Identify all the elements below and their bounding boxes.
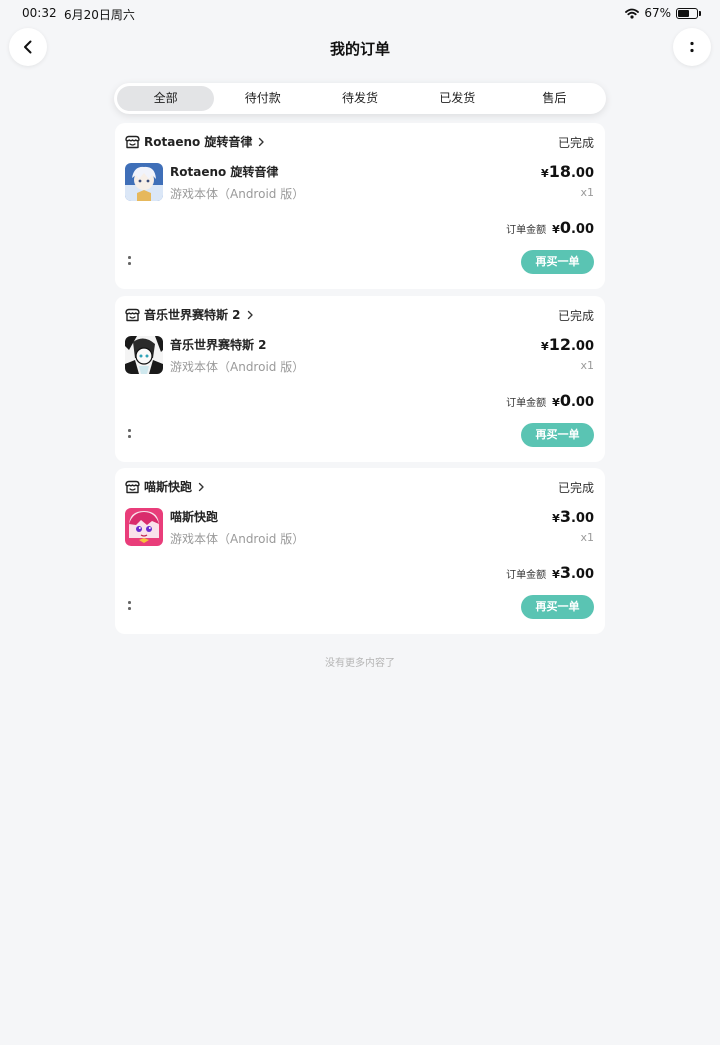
item-price: ¥12.00 bbox=[541, 335, 594, 354]
order-tabs: 全部 待付款 待发货 已发货 售后 bbox=[114, 83, 606, 114]
item-price: ¥3.00 bbox=[552, 507, 594, 526]
total-currency: ¥ bbox=[552, 568, 560, 581]
price-integer: 3 bbox=[559, 507, 571, 526]
total-label: 订单金额 bbox=[506, 398, 547, 409]
order-status: 已完成 bbox=[557, 309, 594, 323]
total-currency: ¥ bbox=[552, 223, 560, 236]
game-name[interactable]: Rotaeno 旋转音律 bbox=[170, 163, 278, 180]
status-date: 6月20日周六 bbox=[64, 8, 135, 22]
price-currency: ¥ bbox=[541, 340, 549, 353]
game-edition: 游戏本体（Android 版） bbox=[170, 187, 305, 201]
order-total: 订单金额 ¥0.00 bbox=[506, 391, 594, 410]
item-price: ¥18.00 bbox=[541, 162, 594, 181]
total-amount: ¥3.00 bbox=[552, 563, 594, 582]
game-thumbnail[interactable] bbox=[125, 508, 163, 546]
store-name: Rotaeno 旋转音律 bbox=[144, 135, 253, 149]
battery-percent: 67% bbox=[644, 6, 671, 20]
total-amount: ¥0.00 bbox=[552, 218, 594, 237]
game-cover-image bbox=[125, 508, 163, 546]
game-thumbnail[interactable] bbox=[125, 163, 163, 201]
total-integer: 0 bbox=[559, 391, 571, 410]
order-more-icon[interactable] bbox=[125, 426, 135, 440]
order-more-icon[interactable] bbox=[125, 598, 135, 612]
tab-pending-payment[interactable]: 待付款 bbox=[214, 86, 311, 111]
store-link[interactable]: Rotaeno 旋转音律 bbox=[125, 133, 266, 150]
status-time: 00:32 bbox=[22, 6, 57, 20]
game-edition: 游戏本体（Android 版） bbox=[170, 532, 305, 546]
total-currency: ¥ bbox=[552, 396, 560, 409]
item-quantity: x1 bbox=[580, 186, 594, 199]
chevron-right-icon bbox=[259, 137, 265, 146]
price-decimal: .00 bbox=[570, 511, 594, 526]
order-card[interactable]: 喵斯快跑 已完成 喵斯快跑 游戏本体（Android 版） ¥3.00 x1 订… bbox=[115, 468, 605, 634]
store-name: 喵斯快跑 bbox=[144, 480, 193, 494]
more-options-button[interactable] bbox=[673, 28, 711, 66]
order-card[interactable]: 音乐世界赛特斯 2 已完成 音乐世界赛特斯 2 游戏本体（Android 版） … bbox=[115, 296, 605, 462]
item-quantity: x1 bbox=[580, 359, 594, 372]
tab-after-sales[interactable]: 售后 bbox=[506, 86, 603, 111]
battery-fill bbox=[678, 9, 690, 17]
tab-pending-shipment[interactable]: 待发货 bbox=[311, 86, 408, 111]
rebuy-button[interactable]: 再买一单 bbox=[521, 423, 594, 447]
game-cover-image bbox=[125, 336, 163, 374]
store-link[interactable]: 音乐世界赛特斯 2 bbox=[125, 306, 255, 323]
total-decimal: .00 bbox=[570, 222, 594, 237]
no-more-content-note: 没有更多内容了 bbox=[325, 658, 395, 669]
rebuy-button[interactable]: 再买一单 bbox=[521, 250, 594, 274]
price-decimal: .00 bbox=[570, 166, 594, 181]
store-icon bbox=[125, 480, 140, 493]
total-integer: 0 bbox=[559, 218, 571, 237]
total-amount: ¥0.00 bbox=[552, 391, 594, 410]
store-link[interactable]: 喵斯快跑 bbox=[125, 478, 206, 495]
order-more-icon[interactable] bbox=[125, 253, 135, 267]
game-thumbnail[interactable] bbox=[125, 336, 163, 374]
total-label: 订单金额 bbox=[506, 570, 547, 581]
price-decimal: .00 bbox=[570, 339, 594, 354]
price-integer: 18 bbox=[548, 162, 571, 181]
wifi-icon bbox=[625, 8, 640, 19]
price-currency: ¥ bbox=[552, 512, 560, 525]
status-right: 67% bbox=[625, 6, 701, 20]
more-vertical-icon bbox=[690, 41, 694, 53]
total-decimal: .00 bbox=[570, 567, 594, 582]
game-cover-image bbox=[125, 163, 163, 201]
store-icon bbox=[125, 135, 140, 148]
order-card[interactable]: Rotaeno 旋转音律 已完成 Rotaeno 旋转音律 游戏本体（Andro… bbox=[115, 123, 605, 289]
price-integer: 12 bbox=[548, 335, 571, 354]
total-integer: 3 bbox=[559, 563, 571, 582]
price-currency: ¥ bbox=[541, 167, 549, 180]
total-label: 订单金额 bbox=[506, 225, 547, 236]
chevron-right-icon bbox=[198, 482, 204, 491]
order-total: 订单金额 ¥3.00 bbox=[506, 563, 594, 582]
page-title: 我的订单 bbox=[329, 40, 390, 58]
order-status: 已完成 bbox=[557, 481, 594, 495]
game-edition: 游戏本体（Android 版） bbox=[170, 360, 305, 374]
chevron-right-icon bbox=[247, 310, 253, 319]
status-bar: 00:32 6月20日周六 67% bbox=[0, 0, 720, 28]
tab-all[interactable]: 全部 bbox=[117, 86, 215, 111]
battery-icon bbox=[676, 7, 701, 19]
rebuy-button[interactable]: 再买一单 bbox=[521, 595, 594, 619]
total-decimal: .00 bbox=[570, 395, 594, 410]
order-total: 订单金额 ¥0.00 bbox=[506, 218, 594, 237]
tab-shipped[interactable]: 已发货 bbox=[409, 86, 506, 111]
store-icon bbox=[125, 308, 140, 321]
game-name[interactable]: 音乐世界赛特斯 2 bbox=[170, 336, 267, 353]
game-name[interactable]: 喵斯快跑 bbox=[170, 508, 218, 525]
store-name: 音乐世界赛特斯 2 bbox=[144, 308, 241, 322]
item-quantity: x1 bbox=[580, 531, 594, 544]
order-status: 已完成 bbox=[557, 136, 594, 150]
